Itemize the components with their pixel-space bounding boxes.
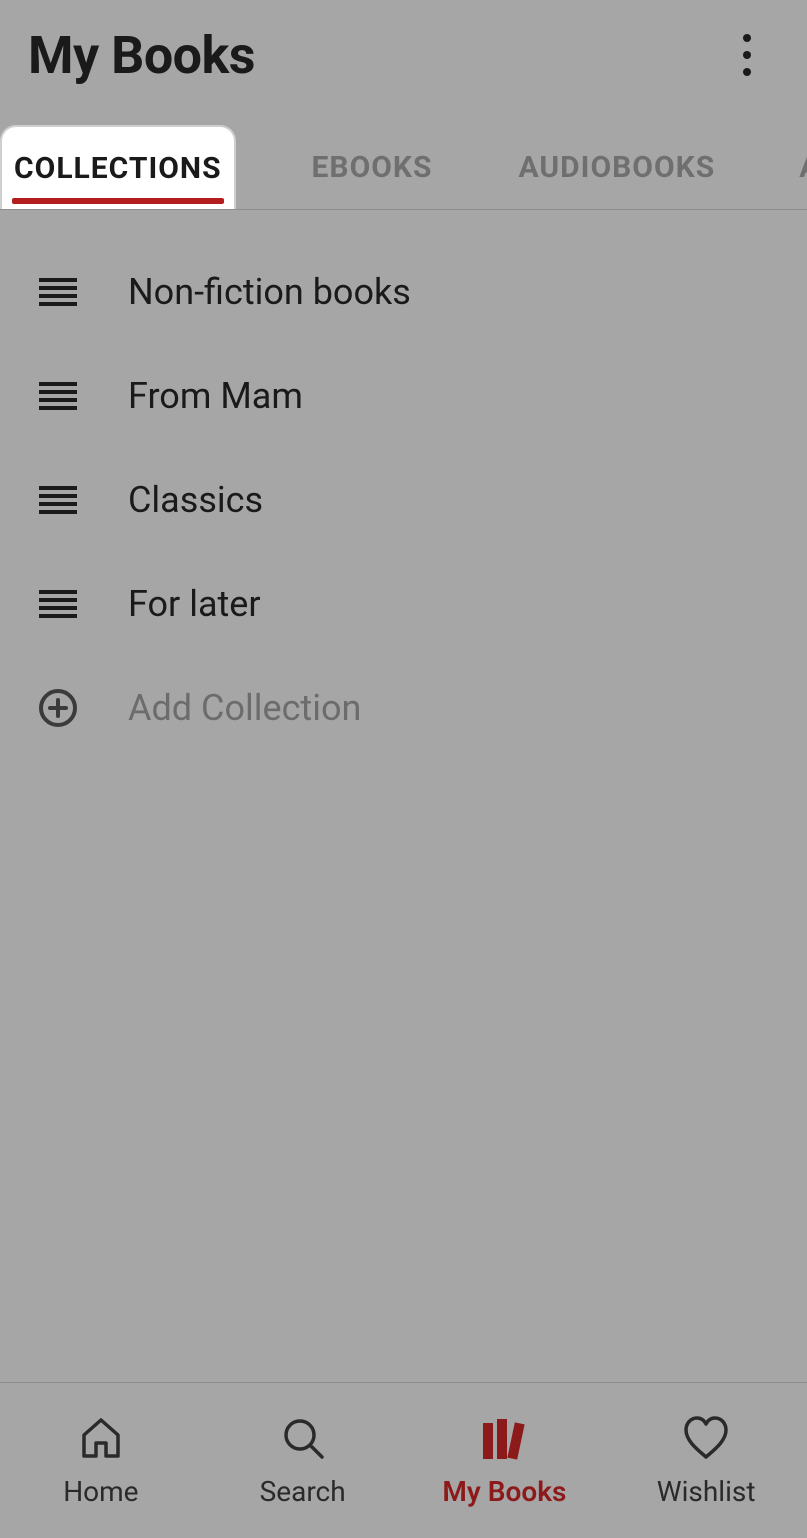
list-icon [36, 374, 80, 418]
nav-mybooks-label: My Books [442, 1475, 566, 1508]
home-icon [76, 1413, 126, 1463]
collection-row[interactable]: From Mam [0, 344, 807, 448]
bottom-nav: Home Search My Books Wishlist [0, 1382, 807, 1538]
collection-label: Classics [128, 479, 263, 521]
plus-circle-icon [36, 686, 80, 730]
add-collection-row[interactable]: Add Collection [0, 656, 807, 760]
nav-mybooks[interactable]: My Books [404, 1383, 606, 1538]
list-icon [36, 582, 80, 626]
collection-row[interactable]: Classics [0, 448, 807, 552]
page-title: My Books [28, 25, 255, 86]
nav-wishlist-label: Wishlist [657, 1475, 756, 1508]
list-icon [36, 270, 80, 314]
heart-icon [680, 1413, 732, 1463]
collection-label: Non-fiction books [128, 271, 411, 313]
collection-row[interactable]: Non-fiction books [0, 240, 807, 344]
collection-label: For later [128, 583, 261, 625]
nav-home[interactable]: Home [0, 1383, 202, 1538]
nav-search[interactable]: Search [202, 1383, 404, 1538]
search-icon [278, 1413, 328, 1463]
tab-bar: COLLECTIONS EBOOKS AUDIOBOOKS AUTHORS [0, 110, 807, 210]
tab-ebooks[interactable]: EBOOKS [284, 126, 461, 209]
nav-wishlist[interactable]: Wishlist [605, 1383, 807, 1538]
collection-row[interactable]: For later [0, 552, 807, 656]
books-icon [477, 1413, 531, 1463]
collections-list: Non-fiction books From Mam Classics For … [0, 210, 807, 790]
more-vertical-icon [742, 33, 752, 77]
nav-search-label: Search [260, 1475, 346, 1508]
more-options-button[interactable] [717, 25, 777, 85]
nav-home-label: Home [63, 1475, 138, 1508]
tab-audiobooks[interactable]: AUDIOBOOKS [490, 126, 743, 209]
tab-collections[interactable]: COLLECTIONS [0, 125, 236, 210]
collection-label: From Mam [128, 375, 303, 417]
tab-authors[interactable]: AUTHORS [771, 126, 807, 209]
app-header: My Books [0, 0, 807, 110]
list-icon [36, 478, 80, 522]
add-collection-label: Add Collection [128, 687, 361, 729]
